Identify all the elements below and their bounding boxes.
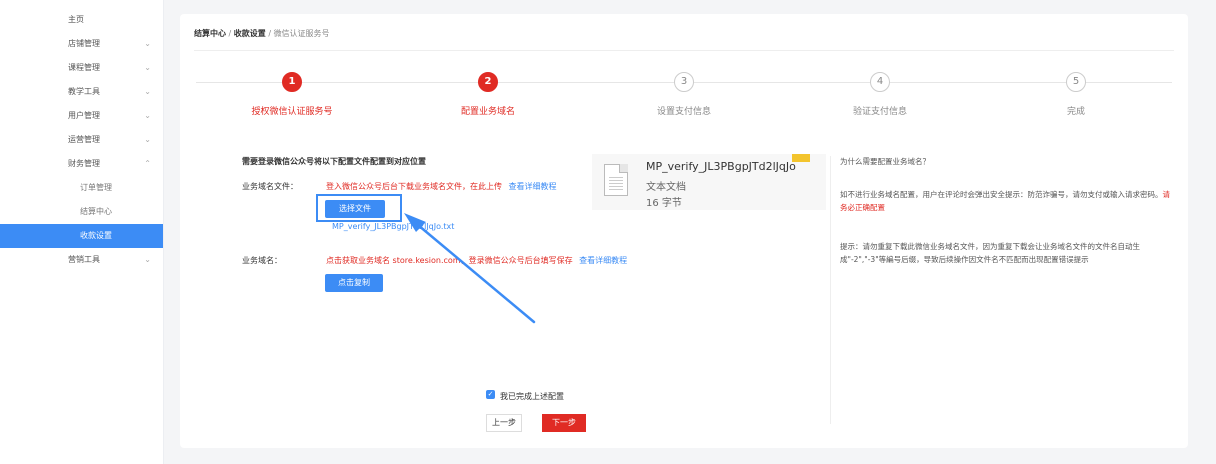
folder-tab-icon [792, 154, 810, 162]
sidebar-item-operations[interactable]: 运营管理 ⌄ [0, 128, 163, 152]
file-type: 文本文档 [646, 182, 686, 193]
breadcrumb-separator: / [265, 29, 274, 38]
sidebar-item-home[interactable]: 主页 [0, 8, 163, 32]
step-number: 5 [1066, 72, 1086, 92]
main-card: 结算中心 / 收款设置 / 微信认证服务号 1 授权微信认证服务号 2 配置业务… [180, 14, 1188, 448]
sidebar-item-settlement[interactable]: 结算中心 [0, 200, 163, 224]
step-1: 1 授权微信认证服务号 [222, 72, 362, 117]
sidebar-item-label: 主页 [68, 15, 84, 24]
completed-checkbox-label: 我已完成上述配置 [500, 392, 564, 401]
config-title: 需要登录微信公众号将以下配置文件配置到对应位置 [242, 157, 426, 166]
breadcrumb: 结算中心 / 收款设置 / 微信认证服务号 [194, 28, 330, 39]
sidebar: 主页 店铺管理 ⌄ 课程管理 ⌄ 教学工具 ⌄ 用户管理 ⌄ 运营管理 ⌄ 财务… [0, 0, 164, 464]
sidebar-item-finance[interactable]: 财务管理 ⌃ [0, 152, 163, 176]
help-question: 为什么需要配置业务域名？ [840, 157, 930, 166]
sidebar-item-label: 运营管理 [68, 135, 100, 144]
help-text: 如不进行业务域名配置，用户在评论时会弹出安全提示：防范诈骗号，请勿支付或输入请求… [840, 190, 1163, 199]
sidebar-item-orders[interactable]: 订单管理 [0, 176, 163, 200]
chevron-down-icon: ⌄ [144, 255, 151, 264]
step-label: 验证支付信息 [852, 107, 907, 117]
file-tutorial-link[interactable]: 查看详细教程 [509, 182, 557, 191]
sidebar-item-payment-settings[interactable]: 收款设置 [0, 224, 163, 248]
step-5: 5 完成 [1006, 72, 1146, 117]
panel-divider [830, 156, 831, 424]
breadcrumb-separator: / [226, 29, 234, 38]
sidebar-item-teaching[interactable]: 教学工具 ⌄ [0, 80, 163, 104]
domain-label: 业务域名： [242, 256, 282, 265]
file-preview-popup: MP_verify_JL3PBgpJTd2lJqJo 文本文档 16 字节 [592, 154, 826, 210]
sidebar-item-label: 课程管理 [68, 63, 100, 72]
step-4: 4 验证支付信息 [810, 72, 950, 117]
chevron-down-icon: ⌄ [144, 39, 151, 48]
completed-checkbox[interactable]: ✓ [486, 390, 495, 399]
chevron-down-icon: ⌄ [144, 87, 151, 96]
help-paragraph-1: 如不进行业务域名配置，用户在评论时会弹出安全提示：防范诈骗号，请勿支付或输入请求… [840, 188, 1176, 214]
sidebar-item-label: 收款设置 [80, 231, 112, 240]
step-label: 设置支付信息 [656, 107, 711, 117]
sidebar-item-label: 营销工具 [68, 255, 100, 264]
step-number: 3 [674, 72, 694, 92]
file-size: 16 字节 [646, 198, 682, 209]
file-label: 业务域名文件： [242, 182, 298, 191]
step-3: 3 设置支付信息 [614, 72, 754, 117]
sidebar-item-label: 结算中心 [80, 207, 112, 216]
text-file-icon [604, 164, 628, 196]
step-label: 授权微信认证服务号 [251, 107, 333, 117]
file-name: MP_verify_JL3PBgpJTd2lJqJo [646, 160, 796, 173]
domain-instruction: 点击获取业务域名 store.kesion.com，登录微信公众号后台填写保存 [326, 256, 573, 265]
step-2: 2 配置业务域名 [418, 72, 558, 117]
sidebar-item-course[interactable]: 课程管理 ⌄ [0, 56, 163, 80]
sidebar-item-label: 店铺管理 [68, 39, 100, 48]
next-button[interactable]: 下一步 [542, 414, 586, 432]
sidebar-item-label: 用户管理 [68, 111, 100, 120]
sidebar-item-store[interactable]: 店铺管理 ⌄ [0, 32, 163, 56]
chevron-down-icon: ⌄ [144, 135, 151, 144]
sidebar-item-marketing[interactable]: 营销工具 ⌄ [0, 248, 163, 272]
sidebar-item-users[interactable]: 用户管理 ⌄ [0, 104, 163, 128]
sidebar-item-label: 教学工具 [68, 87, 100, 96]
step-number: 2 [478, 72, 498, 92]
file-instruction: 登入微信公众号后台下载业务域名文件，在此上传 [326, 182, 502, 191]
divider [194, 50, 1174, 51]
uploaded-file-link[interactable]: MP_verify_JL3PBgpJTd2lJqJo.txt [332, 222, 454, 231]
domain-tutorial-link[interactable]: 查看详细教程 [579, 256, 627, 265]
help-paragraph-2: 提示：请勿重复下载此微信业务域名文件，因为重复下载会让业务域名文件的文件名自动生… [840, 242, 1140, 264]
breadcrumb-settlement[interactable]: 结算中心 [194, 29, 226, 38]
sidebar-item-label: 订单管理 [80, 183, 112, 192]
chevron-up-icon: ⌃ [144, 159, 151, 168]
chevron-down-icon: ⌄ [144, 63, 151, 72]
choose-file-button[interactable]: 选择文件 [325, 200, 385, 218]
chevron-down-icon: ⌄ [144, 111, 151, 120]
step-number: 4 [870, 72, 890, 92]
breadcrumb-payment-settings[interactable]: 收款设置 [234, 29, 266, 38]
step-label: 配置业务域名 [460, 107, 515, 117]
sidebar-item-label: 财务管理 [68, 159, 100, 168]
copy-button[interactable]: 点击复制 [325, 274, 383, 292]
step-number: 1 [282, 72, 302, 92]
prev-button[interactable]: 上一步 [486, 414, 522, 432]
file-instruction-row: 登入微信公众号后台下载业务域名文件，在此上传 查看详细教程 [326, 181, 557, 192]
breadcrumb-current: 微信认证服务号 [273, 29, 330, 38]
domain-instruction-row: 点击获取业务域名 store.kesion.com，登录微信公众号后台填写保存 … [326, 255, 627, 266]
step-label: 完成 [1066, 107, 1085, 117]
